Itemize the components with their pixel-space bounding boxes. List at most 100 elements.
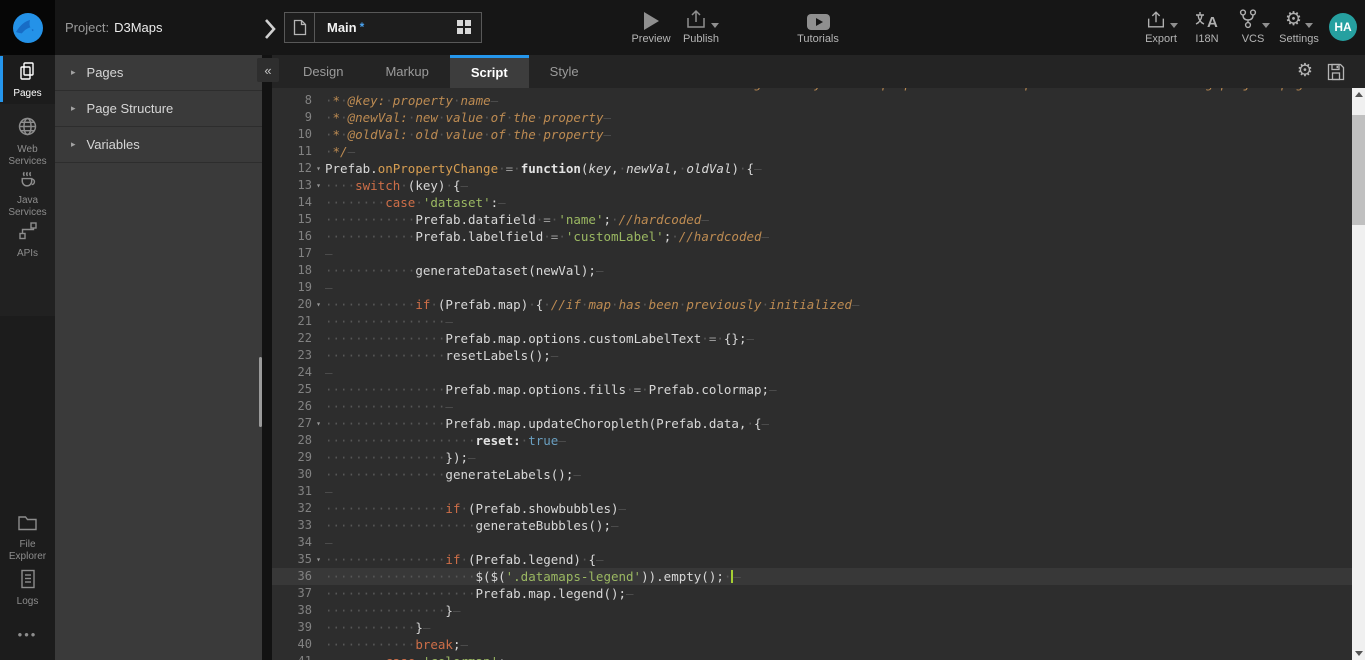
- line-number[interactable]: 19: [272, 279, 312, 296]
- line-number[interactable]: 32: [272, 500, 312, 517]
- line-number[interactable]: 14: [272, 194, 312, 211]
- code-line-27[interactable]: 27▾················Prefab.map.updateChor…: [272, 415, 1352, 432]
- code-line-11[interactable]: 11·*/–: [272, 143, 1352, 160]
- code-line-28[interactable]: 28····················reset:·true–: [272, 432, 1352, 449]
- page-tab-main[interactable]: Main*: [284, 12, 482, 43]
- line-number[interactable]: 16: [272, 228, 312, 245]
- line-number[interactable]: 30: [272, 466, 312, 483]
- line-number[interactable]: 23: [272, 347, 312, 364]
- code-line-9[interactable]: 9·*·@newVal:·new·value·of·the·property–: [272, 109, 1352, 126]
- sidebar-item-file-explorer[interactable]: File Explorer: [0, 514, 55, 563]
- code-line-24[interactable]: 24–: [272, 364, 1352, 381]
- script-editor[interactable]: 7·*·this·function·will·be·invoked·whenev…: [272, 88, 1352, 660]
- line-number[interactable]: 11: [272, 143, 312, 160]
- panel-section-page-structure[interactable]: ▸ Page Structure: [55, 91, 262, 127]
- line-number[interactable]: 9: [272, 109, 312, 126]
- code-line-15[interactable]: 15············Prefab.datafield·=·'name';…: [272, 211, 1352, 228]
- chevron-right-icon[interactable]: [263, 17, 277, 46]
- code-line-10[interactable]: 10·*·@oldVal:·old·value·of·the·property–: [272, 126, 1352, 143]
- scrollbar-up-arrow[interactable]: [1352, 88, 1365, 101]
- code-line-17[interactable]: 17–: [272, 245, 1352, 262]
- code-line-33[interactable]: 33····················generateBubbles();…: [272, 517, 1352, 534]
- line-number[interactable]: 27: [272, 415, 312, 432]
- line-number[interactable]: 28: [272, 432, 312, 449]
- fold-arrow-icon[interactable]: ▾: [312, 177, 325, 194]
- sidebar-item-apis[interactable]: APIs: [0, 221, 55, 260]
- panel-collapse-button[interactable]: «: [257, 58, 279, 82]
- code-line-32[interactable]: 32················if·(Prefab.showbubbles…: [272, 500, 1352, 517]
- line-number[interactable]: 35: [272, 551, 312, 568]
- line-number[interactable]: 15: [272, 211, 312, 228]
- line-number[interactable]: 21: [272, 313, 312, 330]
- line-number[interactable]: 13: [272, 177, 312, 194]
- wavemaker-logo[interactable]: [0, 0, 55, 55]
- line-number[interactable]: 40: [272, 636, 312, 653]
- line-number[interactable]: 31: [272, 483, 312, 500]
- tab-design[interactable]: Design: [282, 55, 364, 88]
- panel-scrollbar-thumb[interactable]: [259, 357, 262, 427]
- tab-script[interactable]: Script: [450, 55, 529, 88]
- code-line-26[interactable]: 26················–: [272, 398, 1352, 415]
- line-number[interactable]: 20: [272, 296, 312, 313]
- code-line-29[interactable]: 29················});–: [272, 449, 1352, 466]
- code-line-19[interactable]: 19–: [272, 279, 1352, 296]
- line-number[interactable]: 33: [272, 517, 312, 534]
- code-line-30[interactable]: 30················generateLabels();–: [272, 466, 1352, 483]
- panel-section-variables[interactable]: ▸ Variables: [55, 127, 262, 163]
- sidebar-item-java-services[interactable]: Java Services: [0, 167, 55, 219]
- settings-button[interactable]: ⚙ Settings: [1274, 8, 1324, 45]
- sidebar-more-button[interactable]: •••: [0, 627, 55, 642]
- tutorials-button[interactable]: Tutorials: [789, 8, 847, 45]
- code-line-40[interactable]: 40············break;–: [272, 636, 1352, 653]
- line-number[interactable]: 25: [272, 381, 312, 398]
- sidebar-item-logs[interactable]: Logs: [0, 569, 55, 608]
- sidebar-item-pages[interactable]: Pages: [0, 61, 55, 100]
- line-number[interactable]: 34: [272, 534, 312, 551]
- line-number[interactable]: 22: [272, 330, 312, 347]
- code-line-39[interactable]: 39············}–: [272, 619, 1352, 636]
- line-number[interactable]: 24: [272, 364, 312, 381]
- line-number[interactable]: 29: [272, 449, 312, 466]
- code-line-31[interactable]: 31–: [272, 483, 1352, 500]
- code-line-38[interactable]: 38················}–: [272, 602, 1352, 619]
- grid-icon[interactable]: [457, 20, 472, 35]
- tab-style[interactable]: Style: [529, 55, 600, 88]
- line-number[interactable]: 12: [272, 160, 312, 177]
- code-line-13[interactable]: 13▾····switch·(key)·{–: [272, 177, 1352, 194]
- script-settings-gear-icon[interactable]: ⚙: [1297, 60, 1313, 81]
- line-number[interactable]: 37: [272, 585, 312, 602]
- code-line-23[interactable]: 23················resetLabels();–: [272, 347, 1352, 364]
- fold-arrow-icon[interactable]: ▾: [312, 415, 325, 432]
- code-line-21[interactable]: 21················–: [272, 313, 1352, 330]
- sidebar-item-web-services[interactable]: Web Services: [0, 116, 55, 168]
- fold-arrow-icon[interactable]: ▾: [312, 160, 325, 177]
- export-button[interactable]: Export: [1136, 8, 1186, 45]
- code-line-14[interactable]: 14········case·'dataset':–: [272, 194, 1352, 211]
- code-line-22[interactable]: 22················Prefab.map.options.cus…: [272, 330, 1352, 347]
- fold-arrow-icon[interactable]: ▾: [312, 296, 325, 313]
- line-number[interactable]: 17: [272, 245, 312, 262]
- line-number[interactable]: 10: [272, 126, 312, 143]
- code-line-8[interactable]: 8·*·@key:·property·name–: [272, 92, 1352, 109]
- line-number[interactable]: 8: [272, 92, 312, 109]
- line-number[interactable]: 36: [272, 568, 312, 585]
- publish-button[interactable]: Publish: [672, 8, 730, 45]
- line-number[interactable]: 26: [272, 398, 312, 415]
- code-line-18[interactable]: 18············generateDataset(newVal);–: [272, 262, 1352, 279]
- code-line-37[interactable]: 37····················Prefab.map.legend(…: [272, 585, 1352, 602]
- line-number[interactable]: 41: [272, 653, 312, 660]
- save-button[interactable]: [1327, 63, 1345, 86]
- i18n-button[interactable]: A I18N: [1186, 8, 1228, 45]
- vcs-button[interactable]: VCS: [1230, 8, 1276, 45]
- code-line-35[interactable]: 35▾················if·(Prefab.legend)·{–: [272, 551, 1352, 568]
- code-line-12[interactable]: 12▾Prefab.onPropertyChange·=·function(ke…: [272, 160, 1352, 177]
- code-line-25[interactable]: 25················Prefab.map.options.fil…: [272, 381, 1352, 398]
- code-line-16[interactable]: 16············Prefab.labelfield·=·'custo…: [272, 228, 1352, 245]
- code-line-20[interactable]: 20▾············if·(Prefab.map)·{·//if·ma…: [272, 296, 1352, 313]
- scrollbar-down-arrow[interactable]: [1352, 647, 1365, 660]
- fold-arrow-icon[interactable]: ▾: [312, 551, 325, 568]
- code-line-41[interactable]: 41········case·'colormap':–: [272, 653, 1352, 660]
- tab-markup[interactable]: Markup: [364, 55, 449, 88]
- line-number[interactable]: 38: [272, 602, 312, 619]
- vertical-scrollbar[interactable]: [1352, 88, 1365, 660]
